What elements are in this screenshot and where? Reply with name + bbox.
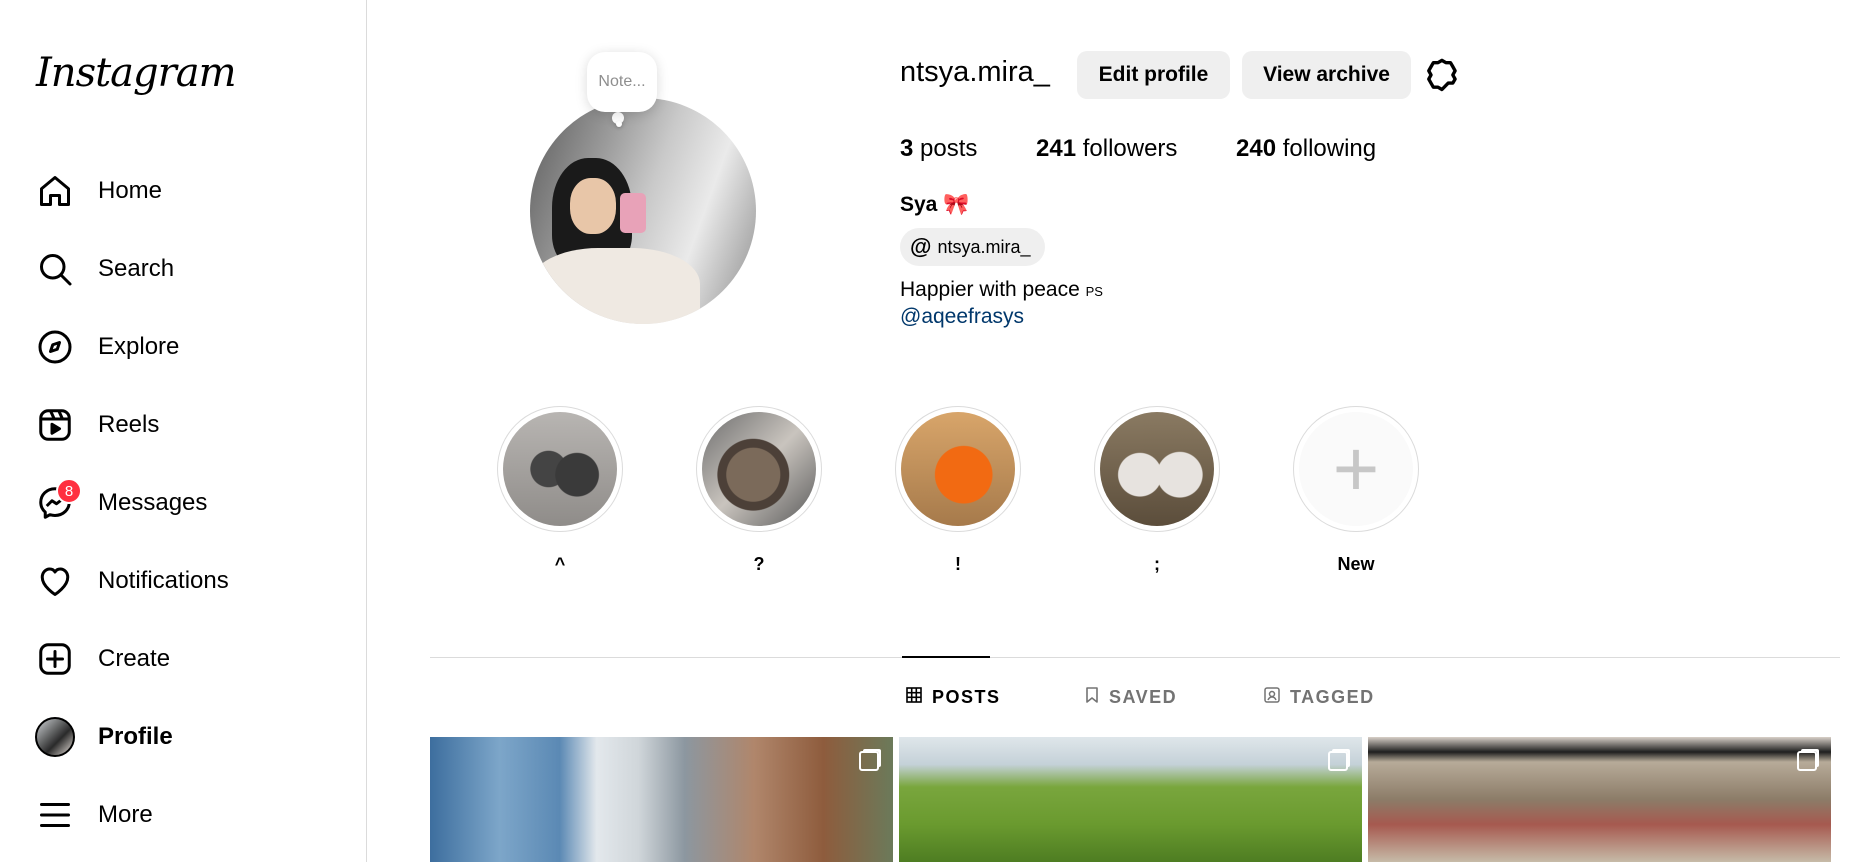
nav-home[interactable]: Home	[24, 160, 354, 222]
posts-label: posts	[920, 135, 978, 162]
nav-notifications[interactable]: Notifications	[24, 550, 354, 612]
profile-full-name: Sya 🎀	[900, 193, 969, 217]
plus-icon: +	[1332, 424, 1380, 513]
post-thumbnail[interactable]	[1368, 737, 1831, 862]
nav-notifications-label: Notifications	[98, 567, 229, 594]
nav-reels[interactable]: Reels	[24, 394, 354, 456]
following-stat[interactable]: 240 following	[1236, 135, 1376, 163]
tabs-divider	[430, 657, 1840, 658]
multiple-posts-icon	[1797, 751, 1817, 771]
nav-create-label: Create	[98, 645, 171, 672]
posts-stat: 3 posts	[900, 135, 977, 163]
nav-profile-label: Profile	[98, 723, 173, 750]
bookmark-icon	[1085, 687, 1099, 708]
new-highlight-circle: +	[1299, 412, 1413, 526]
highlight-label: !	[955, 554, 961, 574]
multiple-posts-icon	[859, 751, 879, 771]
bio-suffix: PS	[1085, 284, 1103, 299]
highlight-ring	[696, 406, 822, 532]
compass-icon	[24, 316, 86, 378]
nav-search[interactable]: Search	[24, 238, 354, 300]
tab-posts-label: POSTS	[932, 687, 1001, 707]
highlight-item[interactable]: ^	[497, 406, 623, 575]
highlight-cover	[1100, 412, 1214, 526]
tab-tagged-label: TAGGED	[1290, 687, 1375, 707]
ribbon-emoji: 🎀	[943, 193, 970, 216]
tab-tagged[interactable]: TAGGED	[1264, 687, 1375, 708]
settings-gear-icon[interactable]	[1422, 55, 1462, 95]
edit-profile-button[interactable]: Edit profile	[1077, 51, 1230, 99]
nav-reels-label: Reels	[98, 411, 160, 438]
highlight-item[interactable]: ;	[1094, 406, 1220, 575]
instagram-logo[interactable]: Instagram	[36, 50, 237, 96]
followers-count: 241	[1036, 135, 1077, 162]
active-tab-indicator	[902, 656, 990, 658]
highlight-cover	[702, 412, 816, 526]
tagged-icon	[1264, 687, 1280, 708]
nav-messages[interactable]: 8 Messages	[24, 472, 354, 534]
threads-icon: @	[910, 234, 932, 259]
heart-icon	[24, 550, 86, 612]
menu-icon	[24, 784, 86, 846]
following-label: following	[1282, 135, 1377, 162]
view-archive-button[interactable]: View archive	[1242, 51, 1411, 99]
sidebar: Instagram Home Search Explore Reels 8 Me…	[0, 0, 367, 862]
note-bubble[interactable]: Note...	[587, 52, 657, 112]
profile-picture[interactable]	[530, 98, 756, 324]
grid-icon	[906, 687, 922, 708]
bio-text: Happier with peace	[900, 278, 1080, 301]
full-name-text: Sya	[900, 193, 938, 216]
new-highlight-button[interactable]: + New	[1293, 406, 1419, 575]
profile-picture-face	[570, 178, 616, 234]
tab-saved[interactable]: SAVED	[1085, 687, 1177, 708]
post-thumbnail[interactable]	[430, 737, 893, 862]
nav-messages-label: Messages	[98, 489, 208, 516]
nav-home-label: Home	[98, 177, 163, 204]
highlight-cover	[901, 412, 1015, 526]
tab-posts[interactable]: POSTS	[906, 687, 1001, 708]
nav-profile[interactable]: Profile	[24, 706, 354, 768]
profile-picture-phone	[620, 193, 646, 233]
profile-avatar-wrapper	[24, 706, 86, 768]
highlight-label: New	[1337, 554, 1375, 574]
followers-stat[interactable]: 241 followers	[1036, 135, 1177, 163]
highlight-ring	[1094, 406, 1220, 532]
reels-icon	[24, 394, 86, 456]
home-icon	[24, 160, 86, 222]
nav-explore-label: Explore	[98, 333, 180, 360]
highlight-ring: +	[1293, 406, 1419, 532]
nav-more[interactable]: More	[24, 784, 354, 846]
nav-search-label: Search	[98, 255, 175, 282]
nav-more-label: More	[98, 801, 153, 828]
nav-create[interactable]: Create	[24, 628, 354, 690]
highlight-ring	[497, 406, 623, 532]
highlight-ring	[895, 406, 1021, 532]
threads-badge[interactable]: @ ntsya.mira_	[900, 228, 1045, 266]
highlight-label: ?	[753, 554, 765, 574]
highlight-label: ^	[554, 554, 566, 574]
threads-handle: ntsya.mira_	[937, 236, 1031, 257]
avatar	[35, 717, 75, 757]
nav-explore[interactable]: Explore	[24, 316, 354, 378]
note-bubble-tail-small	[616, 121, 622, 127]
profile-username: ntsya.mira_	[900, 56, 1050, 88]
post-thumbnail[interactable]	[899, 737, 1362, 862]
search-icon	[24, 238, 86, 300]
messages-badge: 8	[56, 478, 82, 504]
highlight-cover	[503, 412, 617, 526]
following-count: 240	[1236, 135, 1277, 162]
highlight-item[interactable]: !	[895, 406, 1021, 575]
followers-label: followers	[1082, 135, 1178, 162]
plus-square-icon	[24, 628, 86, 690]
messenger-icon: 8	[24, 472, 86, 534]
tab-saved-label: SAVED	[1109, 687, 1178, 707]
profile-picture-body	[530, 248, 700, 324]
profile-bio: Happier with peace PS	[900, 278, 1103, 302]
bio-mention-link[interactable]: @aqeefrasys	[900, 305, 1024, 329]
multiple-posts-icon	[1328, 751, 1348, 771]
highlight-item[interactable]: ?	[696, 406, 822, 575]
highlight-label: ;	[1154, 554, 1160, 574]
posts-count: 3	[900, 135, 914, 162]
